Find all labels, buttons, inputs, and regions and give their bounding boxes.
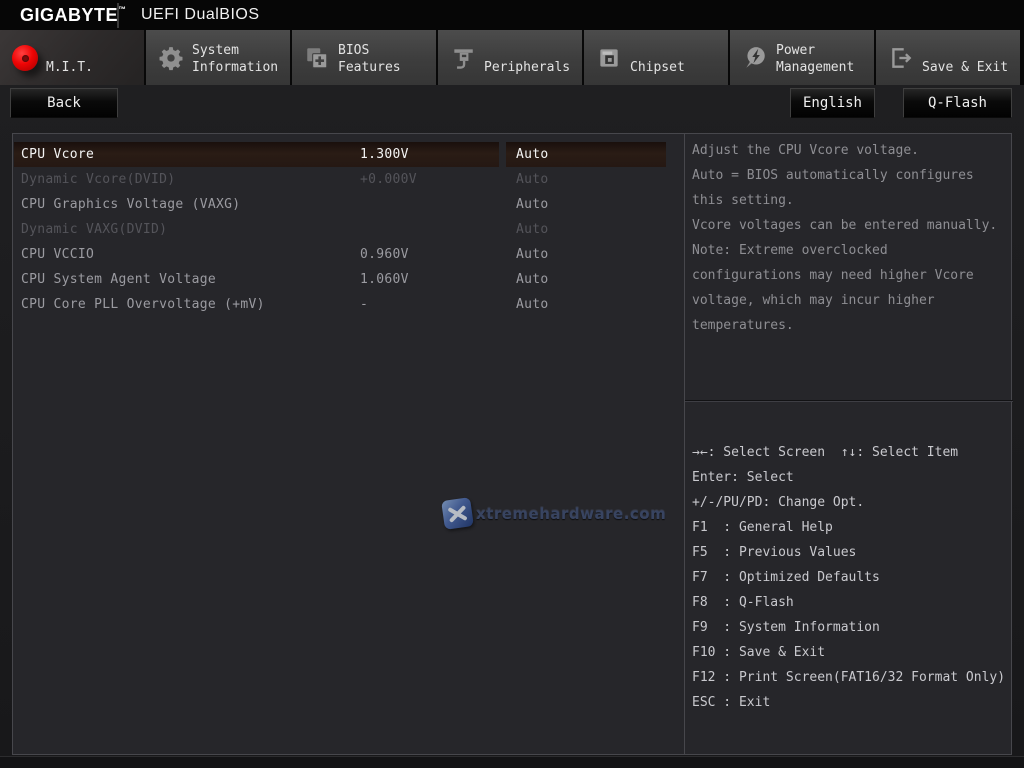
tab-system-information[interactable]: System Information [146,30,290,85]
setting-label: Dynamic Vcore(DVID) [21,172,176,187]
tab-label: BIOS Features [338,42,401,75]
tab-label: Chipset [630,59,685,75]
hotkey-line: F7 : Optimized Defaults [692,570,880,585]
top-bar: GIGABYTE™ UEFI DualBIOS [0,0,1024,30]
gigabyte-logo: GIGABYTE™ [20,5,127,26]
setting-option: Auto [516,197,549,212]
help-line: this setting. [692,193,794,208]
tab-bar: M.I.T. System Information BIOS Features … [0,30,1024,85]
setting-option: Auto [516,272,549,287]
setting-row-cpu-vcore[interactable]: CPU Vcore 1.300V Auto [13,142,684,167]
help-description: Adjust the CPU Vcore voltage. Auto = BIO… [692,143,1010,343]
bottom-strip [0,756,1024,768]
setting-value: 1.300V [360,147,409,162]
setting-label: CPU Core PLL Overvoltage (+mV) [21,297,265,312]
tab-mit[interactable]: M.I.T. [0,30,144,85]
setting-value: - [360,297,369,312]
gear-icon [158,45,184,71]
page-title: UEFI DualBIOS [141,6,260,23]
setting-row-cpu-core-pll[interactable]: CPU Core PLL Overvoltage (+mV) - Auto [13,292,684,317]
help-line: temperatures. [692,318,794,333]
tab-label: System Information [192,42,279,75]
hotkey-line: F1 : General Help [692,520,833,535]
exit-door-icon [888,45,914,71]
help-line: Auto = BIOS automatically configures [692,168,974,183]
brand-text: GIGABYTE [20,5,119,25]
xtremehardware-x-icon [441,497,474,530]
setting-option: Auto [516,147,549,162]
back-button[interactable]: Back [10,88,118,118]
tab-label: M.I.T. [46,59,93,75]
chip-icon [596,45,622,71]
hotkey-line: F9 : System Information [692,620,880,635]
setting-option: Auto [516,222,549,237]
bios-screen: GIGABYTE™ UEFI DualBIOS M.I.T. System In… [0,0,1024,768]
tab-save-exit[interactable]: Save & Exit [876,30,1020,85]
setting-row-dynamic-vaxg: Dynamic VAXG(DVID) Auto [13,217,684,242]
mit-red-dot-icon [12,44,38,71]
help-line: Vcore voltages can be entered manually. [692,218,998,233]
setting-option: Auto [516,172,549,187]
trademark: ™ [118,5,127,14]
hotkey-line: F10 : Save & Exit [692,645,826,660]
tab-label: Power Management [776,42,855,75]
help-panel-divider [685,400,1013,402]
help-line: Note: Extreme overclocked [692,243,888,258]
setting-option: Auto [516,297,549,312]
hotkey-line: F8 : Q-Flash [692,595,794,610]
setting-label: CPU System Agent Voltage [21,272,217,287]
setting-label: Dynamic VAXG(DVID) [21,222,168,237]
tab-chipset[interactable]: Chipset [584,30,728,85]
hotkey-line: ESC : Exit [692,695,771,710]
setting-label: CPU Graphics Voltage (VAXG) [21,197,241,212]
power-bolt-icon [742,45,768,71]
setting-row-cpu-system-agent[interactable]: CPU System Agent Voltage 1.060V Auto [13,267,684,292]
pages-plus-icon [304,45,330,71]
setting-value: +0.000V [360,172,417,187]
tab-power-management[interactable]: Power Management [730,30,874,85]
tab-label: Peripherals [484,59,571,75]
peripheral-icon [450,45,476,71]
hotkey-line: F5 : Previous Values [692,545,857,560]
qflash-button[interactable]: Q-Flash [903,88,1012,118]
help-line: voltage, which may incur higher [692,293,935,308]
hotkey-line: F12 : Print Screen(FAT16/32 Format Only) [692,670,1006,685]
hotkey-line: +/-/PU/PD: Change Opt. [692,495,865,510]
help-line: Adjust the CPU Vcore voltage. [692,143,919,158]
watermark-text: xtremehardware.com [476,504,667,523]
hotkey-line: →←: Select Screen ↑↓: Select Item [692,445,959,460]
setting-label: CPU VCCIO [21,247,95,262]
tab-bios-features[interactable]: BIOS Features [292,30,436,85]
topbar-divider [117,3,119,28]
content-area: CPU Vcore 1.300V Auto Dynamic Vcore(DVID… [12,133,1013,755]
settings-panel: CPU Vcore 1.300V Auto Dynamic Vcore(DVID… [13,134,684,754]
setting-option: Auto [516,247,549,262]
language-button[interactable]: English [790,88,875,118]
hotkey-legend: →←: Select Screen ↑↓: Select Item Enter:… [692,445,1012,720]
tab-label: Save & Exit [922,59,1009,75]
watermark: xtremehardware.com [441,497,667,530]
hotkey-line: Enter: Select [692,470,794,485]
setting-row-cpu-graphics-voltage[interactable]: CPU Graphics Voltage (VAXG) Auto [13,192,684,217]
settings-list: CPU Vcore 1.300V Auto Dynamic Vcore(DVID… [13,142,684,317]
setting-row-cpu-vccio[interactable]: CPU VCCIO 0.960V Auto [13,242,684,267]
setting-value: 1.060V [360,272,409,287]
help-panel: Adjust the CPU Vcore voltage. Auto = BIO… [684,134,1013,754]
setting-row-dynamic-vcore: Dynamic Vcore(DVID) +0.000V Auto [13,167,684,192]
setting-label: CPU Vcore [21,147,95,162]
help-line: configurations may need higher Vcore [692,268,974,283]
setting-value: 0.960V [360,247,409,262]
tab-peripherals[interactable]: Peripherals [438,30,582,85]
